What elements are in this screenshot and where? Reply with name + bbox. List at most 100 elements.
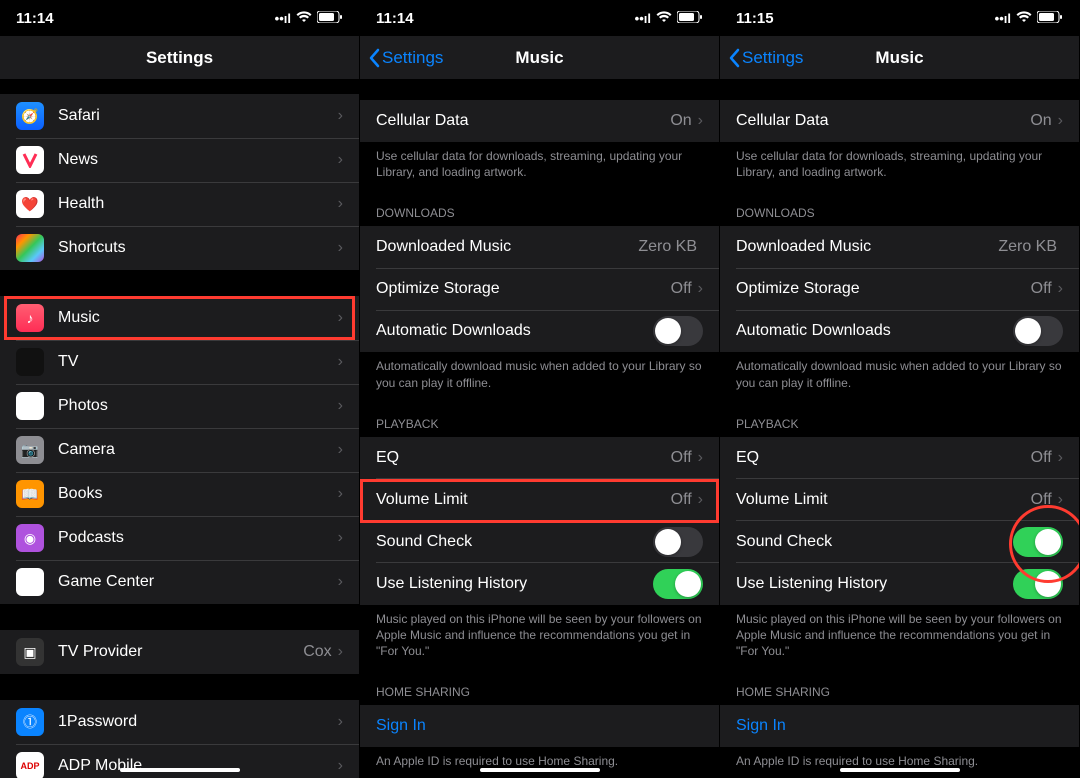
health-icon: ❤️ [16,190,44,218]
settings-item-tv-provider[interactable]: ▣ TV Provider Cox › [0,630,359,674]
wifi-icon [1016,11,1032,26]
status-icons: ••ıl [275,11,343,26]
settings-item-game-center[interactable]: ✦ Game Center › [0,560,359,604]
listening-history-row[interactable]: Use Listening History [720,563,1079,605]
settings-item-books[interactable]: 📖 Books › [0,472,359,516]
row-value: On [670,112,691,130]
downloaded-music-row[interactable]: Downloaded Music Zero KB [360,226,719,268]
settings-item-music[interactable]: ♪ Music › [0,296,359,340]
tv-icon [16,348,44,376]
eq-row[interactable]: EQ Off › [360,437,719,479]
cellular-data-row[interactable]: Cellular Data On › [720,100,1079,142]
settings-item-podcasts[interactable]: ◉ Podcasts › [0,516,359,560]
back-label: Settings [382,48,443,68]
home-indicator[interactable] [840,768,960,772]
downloads-header: DOWNLOADS [360,188,719,226]
sign-in-link[interactable]: Sign In [736,717,786,735]
optimize-storage-row[interactable]: Optimize Storage Off › [720,268,1079,310]
automatic-downloads-row[interactable]: Automatic Downloads [360,310,719,352]
row-label: Volume Limit [376,491,671,509]
row-label: Automatic Downloads [736,322,1013,340]
chevron-right-icon: › [338,397,343,415]
listening-history-toggle[interactable] [653,569,703,599]
chevron-right-icon: › [338,195,343,213]
row-label: Shortcuts [58,239,338,257]
status-time: 11:15 [736,10,774,27]
wifi-icon [296,11,312,26]
phone-settings: 11:14 ••ıl Settings 🧭 Safari › News › [0,0,360,778]
back-button[interactable]: Settings [368,48,443,68]
music-settings-list[interactable]: Cellular Data On › Use cellular data for… [360,80,719,778]
music-icon: ♪ [16,304,44,332]
chevron-right-icon: › [1058,491,1063,509]
automatic-downloads-toggle[interactable] [1013,316,1063,346]
optimize-storage-row[interactable]: Optimize Storage Off › [360,268,719,310]
sound-check-toggle[interactable] [1013,527,1063,557]
page-title: Music [875,48,923,68]
row-label: TV Provider [58,643,303,661]
settings-item-health[interactable]: ❤️ Health › [0,182,359,226]
row-value: Off [1031,449,1052,467]
row-label: Downloaded Music [736,238,998,256]
settings-item-shortcuts[interactable]: Shortcuts › [0,226,359,270]
volume-limit-row[interactable]: Volume Limit Off › [720,479,1079,521]
row-label: 1Password [58,713,338,731]
sound-check-row[interactable]: Sound Check [720,521,1079,563]
signal-icon: ••ıl [995,11,1011,26]
row-value: Cox [303,643,331,661]
downloaded-music-row[interactable]: Downloaded Music Zero KB [720,226,1079,268]
settings-item-tv[interactable]: TV › [0,340,359,384]
camera-icon: 📷 [16,436,44,464]
row-label: Music [58,309,338,327]
settings-item-photos[interactable]: ❋ Photos › [0,384,359,428]
eq-row[interactable]: EQ Off › [720,437,1079,479]
sign-in-link[interactable]: Sign In [376,717,426,735]
row-label: Cellular Data [736,112,1030,130]
nav-bar: Settings Music [360,36,719,80]
listening-history-row[interactable]: Use Listening History [360,563,719,605]
chevron-right-icon: › [338,573,343,591]
listening-history-toggle[interactable] [1013,569,1063,599]
sign-in-row[interactable]: Sign In [720,705,1079,747]
home-sharing-footer: An Apple ID is required to use Home Shar… [360,747,719,777]
back-button[interactable]: Settings [728,48,803,68]
sound-check-row[interactable]: Sound Check [360,521,719,563]
volume-limit-row[interactable]: Volume Limit Off › [360,479,719,521]
chevron-right-icon: › [338,239,343,257]
home-sharing-header: HOME SHARING [720,667,1079,705]
home-sharing-header: HOME SHARING [360,667,719,705]
battery-icon [677,11,703,26]
row-label: Use Listening History [376,575,653,593]
chevron-right-icon: › [698,491,703,509]
automatic-downloads-toggle[interactable] [653,316,703,346]
settings-item-adp[interactable]: ADP ADP Mobile › [0,744,359,778]
chevron-right-icon: › [338,151,343,169]
settings-item-1password[interactable]: ⓵ 1Password › [0,700,359,744]
home-indicator[interactable] [120,768,240,772]
chevron-right-icon: › [1058,449,1063,467]
row-value: Off [671,449,692,467]
settings-item-safari[interactable]: 🧭 Safari › [0,94,359,138]
nav-bar: Settings Music [720,36,1079,80]
cellular-data-row[interactable]: Cellular Data On › [360,100,719,142]
chevron-right-icon: › [698,280,703,298]
music-settings-list[interactable]: Cellular Data On › Use cellular data for… [720,80,1079,778]
sound-check-toggle[interactable] [653,527,703,557]
chevron-right-icon: › [338,529,343,547]
battery-icon [1037,11,1063,26]
row-label: Game Center [58,573,338,591]
row-label: Sound Check [736,533,1013,551]
settings-item-news[interactable]: News › [0,138,359,182]
battery-icon [317,11,343,26]
news-icon [16,146,44,174]
sign-in-row[interactable]: Sign In [360,705,719,747]
automatic-downloads-row[interactable]: Automatic Downloads [720,310,1079,352]
home-indicator[interactable] [480,768,600,772]
books-icon: 📖 [16,480,44,508]
row-label: Health [58,195,338,213]
status-bar: 11:14 ••ıl [360,0,719,36]
settings-list[interactable]: 🧭 Safari › News › ❤️ Health › Shortcuts … [0,80,359,778]
row-value: On [1030,112,1051,130]
photos-icon: ❋ [16,392,44,420]
settings-item-camera[interactable]: 📷 Camera › [0,428,359,472]
